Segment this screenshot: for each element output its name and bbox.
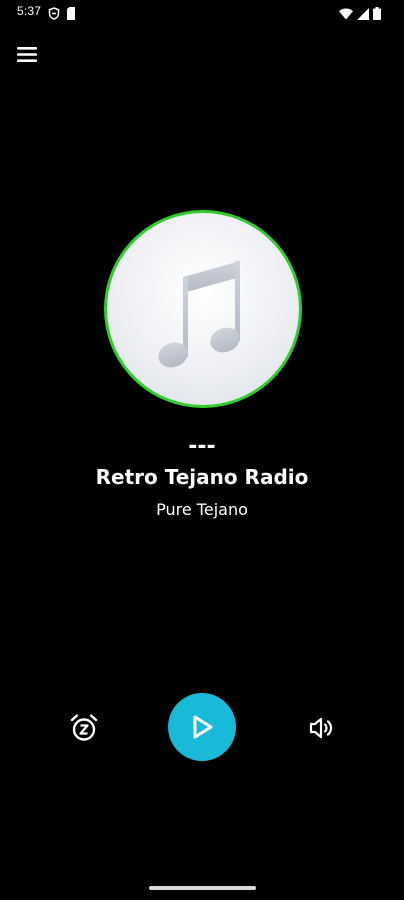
wifi-icon [339,5,353,24]
hamburger-menu-icon [15,47,41,70]
home-indicator[interactable] [149,886,256,890]
play-button[interactable] [168,693,236,761]
status-left-icons [48,5,76,24]
status-time: 5:37 [17,4,42,18]
shield-icon [48,5,60,24]
station-tagline: Pure Tejano [156,500,248,519]
sleep-timer-button[interactable] [67,711,101,745]
battery-icon [373,5,381,24]
status-right-icons [339,5,381,24]
play-icon [168,715,236,765]
menu-button[interactable] [15,44,41,66]
album-artwork [104,210,302,408]
alarm-clock-z-icon [67,714,101,749]
station-name: Retro Tejano Radio [95,465,309,489]
cell-signal-icon [357,5,369,24]
volume-button[interactable] [304,711,338,745]
status-bar: 5:37 [0,0,404,28]
sim-card-icon [66,5,76,24]
volume-icon [304,717,338,749]
track-title: --- [188,434,216,459]
